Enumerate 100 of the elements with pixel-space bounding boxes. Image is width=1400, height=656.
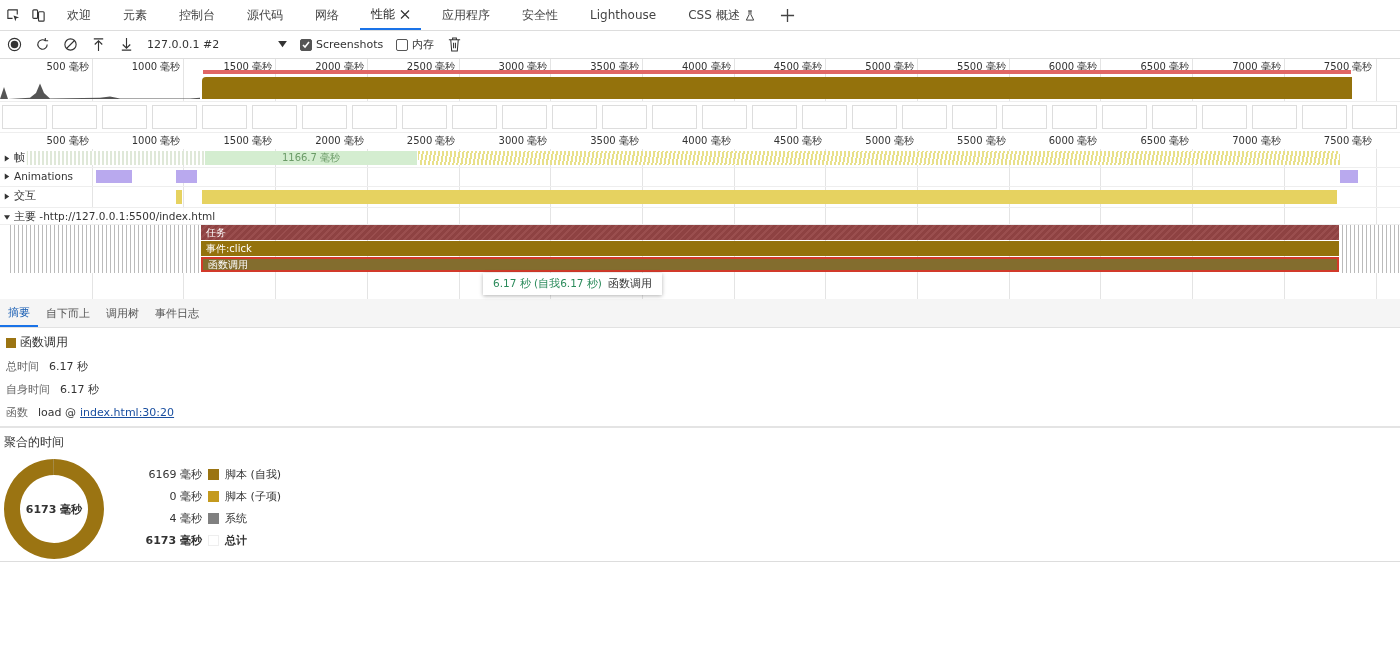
section-title: 聚合的时间 [4,434,65,451]
target-dropdown[interactable]: 127.0.0.1 #2 [147,38,287,51]
screenshot-thumbnail[interactable] [802,105,847,129]
screenshot-thumbnail[interactable] [502,105,547,129]
time-label: 2000 毫秒 [314,134,364,148]
field-value: 6.17 秒 [49,359,88,374]
legend-value: 6169 毫秒 [147,467,202,482]
panel-tab[interactable]: 源代码 [236,0,294,30]
screenshot-thumbnail[interactable] [1152,105,1197,129]
device-icon[interactable] [31,7,46,23]
panel-tab[interactable]: CSS 概述 [677,0,766,30]
add-tab-icon[interactable] [779,7,795,23]
expand-triangle-icon[interactable] [4,192,10,200]
time-label: 7500 毫秒 [1322,60,1373,74]
panel-tab[interactable]: 元素 [112,0,158,30]
legend-label: 总计 [225,533,247,548]
panel-tab[interactable]: 应用程序 [431,0,501,30]
flame-entry[interactable]: 事件:click [201,241,1339,256]
time-label: 2500 毫秒 [405,134,456,148]
time-label: 4500 毫秒 [772,134,823,148]
panel-tab[interactable]: 欢迎 [56,0,102,30]
interaction-bar[interactable] [202,190,1337,204]
screenshot-thumbnail[interactable] [1052,105,1097,129]
screenshot-thumbnail[interactable] [352,105,397,129]
collapse-triangle-icon[interactable] [4,213,10,221]
time-label: 1500 毫秒 [222,134,273,148]
screenshot-thumbnail[interactable] [152,105,197,129]
screenshot-thumbnail[interactable] [1352,105,1397,129]
time-label: 6500 毫秒 [1139,134,1190,148]
legend-label: 脚本 (子项) [225,489,282,504]
screenshot-thumbnail[interactable] [1202,105,1247,129]
field-label: 自身时间 [6,382,50,397]
details-tab[interactable]: 调用树 [98,299,147,327]
animation-bar[interactable] [96,170,132,183]
animation-bar[interactable] [1340,170,1358,183]
screenshot-thumbnail[interactable] [952,105,997,129]
details-tab[interactable]: 摘要 [0,299,38,327]
close-icon[interactable] [400,8,410,20]
time-label: 1000 毫秒 [130,134,181,148]
inspect-icon[interactable] [6,7,21,23]
source-link[interactable]: index.html:30:20 [80,406,175,419]
screenshot-thumbnail[interactable] [202,105,247,129]
screenshot-thumbnail[interactable] [302,105,347,129]
screenshot-thumbnail[interactable] [1252,105,1297,129]
screenshot-thumbnail[interactable] [902,105,947,129]
flask-icon [744,9,755,21]
option-checkbox[interactable]: 内存 [396,37,435,52]
record-icon[interactable] [7,37,22,52]
field-label: 函数 [6,405,28,420]
field-label: 总时间 [6,359,39,374]
screenshot-thumbnail[interactable] [52,105,97,129]
panel-tab[interactable]: 网络 [304,0,350,30]
field-value: 6.17 秒 [60,382,99,397]
screenshot-thumbnail[interactable] [1302,105,1347,129]
option-checkbox[interactable]: Screenshots [300,38,384,51]
expand-triangle-icon[interactable] [4,154,10,162]
legend-value: 6173 毫秒 [144,533,202,548]
reload-icon[interactable] [35,37,50,52]
screenshot-thumbnail[interactable] [402,105,447,129]
details-tab[interactable]: 事件日志 [147,299,207,327]
upload-icon[interactable] [91,37,106,52]
clear-icon[interactable] [63,37,78,52]
field-value: load @ [38,406,76,419]
flame-entry[interactable]: 任务 [201,225,1339,240]
details-tab[interactable]: 自下而上 [38,299,98,327]
panel-tab[interactable]: Lighthouse [579,0,668,30]
animation-bar[interactable] [176,170,197,183]
time-label: 1000 毫秒 [130,60,181,74]
expand-triangle-icon[interactable] [4,172,10,180]
screenshot-thumbnail[interactable] [1102,105,1147,129]
time-label: 500 毫秒 [45,60,89,74]
screenshot-thumbnail[interactable] [652,105,697,129]
time-label: 5500 毫秒 [956,134,1006,148]
panel-tab[interactable]: 控制台 [168,0,226,30]
donut-total: 6173 毫秒 [25,501,83,517]
task-ticks-drawing [1342,225,1400,273]
screenshot-thumbnail[interactable] [1002,105,1047,129]
screenshot-thumbnail[interactable] [102,105,147,129]
screenshot-thumbnail[interactable] [752,105,797,129]
screenshot-thumbnail[interactable] [602,105,647,129]
time-label: 4000 毫秒 [680,134,731,148]
screenshot-thumbnail[interactable] [252,105,297,129]
time-label: 5000 毫秒 [864,134,914,148]
panel-tab[interactable]: 性能 [360,0,421,30]
selection-bar[interactable] [203,70,1351,74]
checkbox[interactable] [396,38,409,51]
time-label: 3000 毫秒 [497,134,548,148]
screenshot-thumbnail[interactable] [702,105,747,129]
screenshot-thumbnail[interactable] [552,105,597,129]
trash-icon[interactable] [447,37,463,52]
caret-icon [278,41,287,48]
panel-tab[interactable]: 安全性 [511,0,569,30]
interaction-bar[interactable] [176,190,182,204]
checkbox[interactable] [300,38,312,51]
screenshot-thumbnail[interactable] [452,105,497,129]
download-icon[interactable] [119,37,134,52]
screenshot-thumbnail[interactable] [852,105,897,129]
screenshot-thumbnail[interactable] [2,105,47,129]
time-label: 6000 毫秒 [1047,134,1098,148]
flame-entry[interactable]: 函数调用 [201,257,1339,272]
